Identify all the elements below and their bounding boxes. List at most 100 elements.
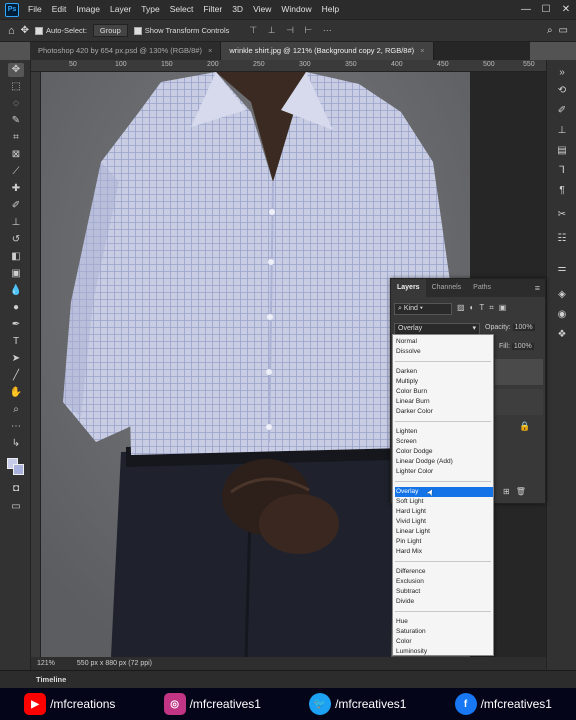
close-button[interactable]: ✕: [556, 4, 576, 15]
paragraph-icon[interactable]: ¶: [555, 184, 569, 198]
crop-tool-icon[interactable]: ⌗: [8, 131, 24, 145]
tab-close-icon[interactable]: ×: [208, 46, 212, 55]
panel-menu-icon[interactable]: ≡: [535, 283, 540, 293]
layer-row[interactable]: [495, 389, 543, 415]
home-icon[interactable]: ⌂: [8, 25, 15, 37]
workspace-icon[interactable]: ▭: [559, 25, 568, 36]
character-icon[interactable]: Ꞁ: [555, 164, 569, 178]
tab-wrinkle-shirt[interactable]: wrinkle shirt.jpg @ 121% (Background cop…: [221, 42, 434, 60]
blend-mode-option-darker-color[interactable]: Darker Color: [395, 407, 493, 417]
filter-icons[interactable]: ▨◐T⌗▣: [457, 303, 511, 313]
menu-file[interactable]: File: [23, 0, 47, 19]
blend-mode-option-saturation[interactable]: Saturation: [395, 627, 493, 637]
kind-filter-dropdown[interactable]: ⌕ Kind ▾: [394, 303, 452, 315]
align-icons[interactable]: ⊤ ⊥ ⊣ ⊢ ⋯: [249, 25, 335, 36]
twitter-link[interactable]: 🐦/mfcreatives1: [309, 693, 406, 715]
clone-source-icon[interactable]: ⊥: [555, 124, 569, 138]
edit-toolbar-icon[interactable]: ↳: [8, 437, 24, 451]
blur-tool-icon[interactable]: 💧: [8, 284, 24, 298]
blend-mode-option-linear-light[interactable]: Linear Light: [395, 527, 493, 537]
menu-type[interactable]: Type: [136, 0, 164, 19]
blend-mode-option-darken[interactable]: Darken: [395, 367, 493, 377]
tab-layers[interactable]: Layers: [391, 279, 426, 297]
paths-icon[interactable]: ❖: [555, 328, 569, 342]
sliders-icon[interactable]: ⚌: [555, 262, 569, 276]
menu-filter[interactable]: Filter: [198, 0, 227, 19]
gradient-tool-icon[interactable]: ▣: [8, 267, 24, 281]
dodge-tool-icon[interactable]: ●: [8, 301, 24, 315]
history-icon[interactable]: ⟲: [555, 84, 569, 98]
more-tools-icon[interactable]: ⋯: [8, 420, 24, 434]
blend-mode-option-linear-burn[interactable]: Linear Burn: [395, 397, 493, 407]
healing-tool-icon[interactable]: ✚: [8, 182, 24, 196]
background-color-swatch[interactable]: [13, 464, 24, 475]
opacity-value[interactable]: 100%: [512, 324, 535, 331]
blend-mode-option-pin-light[interactable]: Pin Light: [395, 537, 493, 547]
maximize-button[interactable]: ☐: [536, 4, 556, 15]
blend-mode-option-lighter-color[interactable]: Lighter Color: [395, 467, 493, 477]
blend-mode-option-screen[interactable]: Screen: [395, 437, 493, 447]
menu-window[interactable]: Window: [276, 0, 316, 19]
show-transform-toggle[interactable]: Show Transform Controls: [133, 26, 229, 35]
blend-mode-option-color[interactable]: Color: [395, 637, 493, 647]
menu-edit[interactable]: Edit: [47, 0, 72, 19]
line-tool-icon[interactable]: ╱: [8, 369, 24, 383]
fill-value[interactable]: 100%: [511, 343, 534, 350]
zoom-level[interactable]: 121%: [37, 660, 55, 667]
blend-mode-option-hue[interactable]: Hue: [395, 617, 493, 627]
tab-photoshop-420[interactable]: Photoshop 420 by 654 px.psd @ 130% (RGB/…: [30, 42, 222, 60]
blend-mode-option-subtract[interactable]: Subtract: [395, 587, 493, 597]
properties-icon[interactable]: ▤: [555, 144, 569, 158]
menu-image[interactable]: Image: [71, 0, 105, 19]
minimize-button[interactable]: —: [516, 4, 536, 15]
blend-mode-option-overlay[interactable]: Overlay: [395, 487, 493, 497]
blend-mode-option-luminosity[interactable]: Luminosity: [395, 647, 493, 657]
search-icon[interactable]: ⌕: [547, 25, 553, 36]
blend-mode-option-difference[interactable]: Difference: [395, 567, 493, 577]
blend-mode-option-divide[interactable]: Divide: [395, 597, 493, 607]
tab-channels[interactable]: Channels: [426, 279, 468, 297]
timeline-panel[interactable]: Timeline: [0, 670, 576, 688]
youtube-link[interactable]: ▶/mfcreations: [24, 693, 115, 715]
collapse-icon[interactable]: »: [555, 66, 569, 80]
menu-help[interactable]: Help: [317, 0, 344, 19]
auto-select-toggle[interactable]: Auto-Select:: [35, 26, 87, 35]
opacity-control[interactable]: Opacity: 100%: [485, 324, 535, 331]
eyedropper-tool-icon[interactable]: ⟋: [8, 165, 24, 179]
frame-tool-icon[interactable]: ⊠: [8, 148, 24, 162]
hand-tool-icon[interactable]: ✋: [8, 386, 24, 400]
tab-paths[interactable]: Paths: [467, 279, 497, 297]
auto-select-dropdown[interactable]: Group: [92, 24, 128, 37]
brush-tool-icon[interactable]: ✐: [8, 199, 24, 213]
channels-icon[interactable]: ◉: [555, 308, 569, 322]
pen-tool-icon[interactable]: ✒: [8, 318, 24, 332]
blend-mode-option-linear-dodge-add[interactable]: Linear Dodge (Add): [395, 457, 493, 467]
quick-select-tool-icon[interactable]: ✎: [8, 114, 24, 128]
blend-mode-option-soft-light[interactable]: Soft Light: [395, 497, 493, 507]
blend-mode-option-exclusion[interactable]: Exclusion: [395, 577, 493, 587]
clone-stamp-tool-icon[interactable]: ⊥: [8, 216, 24, 230]
blend-mode-option-hard-light[interactable]: Hard Light: [395, 507, 493, 517]
blend-mode-option-hard-mix[interactable]: Hard Mix: [395, 547, 493, 557]
instagram-link[interactable]: ◎/mfcreatives1: [163, 693, 261, 715]
blend-mode-option-dissolve[interactable]: Dissolve: [395, 347, 493, 357]
layer-row[interactable]: [495, 359, 543, 385]
type-tool-icon[interactable]: T: [8, 335, 24, 349]
facebook-link[interactable]: f/mfcreatives1: [454, 693, 552, 715]
blend-mode-option-multiply[interactable]: Multiply: [395, 377, 493, 387]
tools-icon[interactable]: ✂: [555, 208, 569, 222]
quick-mask-icon[interactable]: ◘: [8, 482, 24, 496]
menu-view[interactable]: View: [248, 0, 276, 19]
adjustments-icon[interactable]: ☷: [555, 232, 569, 246]
blend-mode-option-color-burn[interactable]: Color Burn: [395, 387, 493, 397]
menu-layer[interactable]: Layer: [105, 0, 136, 19]
layers-icon[interactable]: ◈: [555, 288, 569, 302]
fill-control[interactable]: Fill: 100%: [499, 343, 534, 350]
screen-mode-icon[interactable]: ▭: [8, 500, 24, 514]
history-brush-tool-icon[interactable]: ↺: [8, 233, 24, 247]
path-select-tool-icon[interactable]: ➤: [8, 352, 24, 366]
blend-mode-option-lighten[interactable]: Lighten: [395, 427, 493, 437]
lasso-tool-icon[interactable]: ◌: [8, 97, 24, 111]
eraser-tool-icon[interactable]: ◧: [8, 250, 24, 264]
menu-3d[interactable]: 3D: [227, 0, 248, 19]
